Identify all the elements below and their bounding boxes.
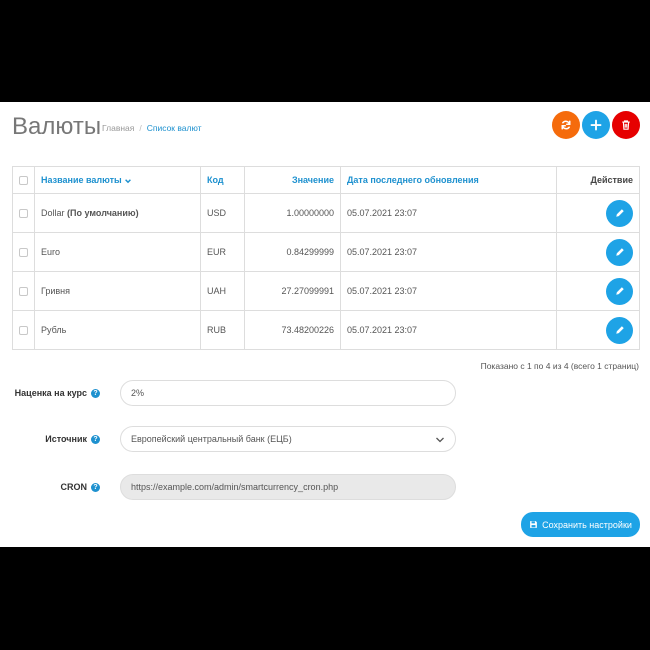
breadcrumb: Главная / Список валют — [102, 123, 202, 133]
source-label: Источник? — [12, 433, 100, 445]
column-name-label: Название валюты — [41, 175, 122, 185]
markup-label: Наценка на курс? — [12, 387, 100, 399]
currency-value: 1.00000000 — [244, 193, 341, 233]
currency-code: USD — [200, 193, 245, 233]
cron-label: CRON? — [12, 481, 100, 493]
row-select-cell — [12, 310, 35, 350]
pencil-icon — [615, 209, 624, 217]
currency-updated: 05.07.2021 23:07 — [340, 271, 557, 311]
cron-url-field[interactable]: https://example.com/admin/smartcurrency_… — [120, 474, 456, 500]
breadcrumb-separator: / — [139, 123, 142, 133]
currency-value: 73.48200226 — [244, 310, 341, 350]
trash-icon — [622, 120, 630, 130]
pencil-icon — [615, 287, 624, 295]
currency-value: 27.27099991 — [244, 271, 341, 311]
save-settings-button[interactable]: Сохранить настройки — [521, 512, 640, 537]
chevron-down-icon — [436, 437, 444, 443]
select-all-cell — [12, 166, 35, 194]
source-select-value: Европейский центральный банк (ЕЦБ) — [131, 434, 292, 444]
row-checkbox[interactable] — [19, 325, 28, 335]
source-label-text: Источник — [45, 434, 87, 444]
currency-code: UAH — [200, 271, 245, 311]
currency-name: Euro — [34, 232, 201, 272]
breadcrumb-home[interactable]: Главная — [102, 123, 134, 133]
table-row: Гривня UAH 27.27099991 05.07.2021 23:07 — [12, 271, 640, 311]
markup-input[interactable]: 2% — [120, 380, 456, 406]
currency-updated: 05.07.2021 23:07 — [340, 310, 557, 350]
markup-label-text: Наценка на курс — [14, 388, 87, 398]
currency-code: EUR — [200, 232, 245, 272]
table-row: Euro EUR 0.84299999 05.07.2021 23:07 — [12, 232, 640, 272]
help-icon[interactable]: ? — [91, 482, 100, 492]
row-select-cell — [12, 193, 35, 233]
currency-name: Dollar — [41, 208, 65, 218]
pencil-icon — [615, 248, 624, 256]
action-cell — [556, 271, 640, 311]
delete-button[interactable] — [612, 111, 640, 139]
action-cell — [556, 193, 640, 233]
action-cell — [556, 232, 640, 272]
source-select[interactable]: Европейский центральный банк (ЕЦБ) — [120, 426, 456, 452]
save-settings-label: Сохранить настройки — [542, 519, 632, 530]
edit-button[interactable] — [606, 277, 633, 305]
edit-button[interactable] — [606, 316, 633, 344]
cron-label-text: CRON — [60, 482, 88, 492]
column-action-header: Действие — [556, 166, 640, 194]
column-name-header[interactable]: Название валюты — [34, 166, 201, 194]
floppy-disk-icon — [530, 521, 537, 528]
currency-name-cell: Dollar (По умолчанию) — [34, 193, 201, 233]
row-checkbox[interactable] — [19, 208, 28, 218]
column-value-header[interactable]: Значение — [244, 166, 341, 194]
refresh-button[interactable] — [552, 111, 580, 139]
refresh-icon — [561, 120, 571, 130]
column-date-header[interactable]: Дата последнего обновления — [340, 166, 557, 194]
row-select-cell — [12, 232, 35, 272]
page-panel: Валюты Главная / Список валют Название вал… — [0, 102, 650, 547]
page-title: Валюты — [12, 113, 102, 140]
edit-button[interactable] — [606, 238, 633, 266]
row-checkbox[interactable] — [19, 286, 28, 296]
currency-value: 0.84299999 — [244, 232, 341, 272]
currency-name: Рубль — [34, 310, 201, 350]
table-row: Рубль RUB 73.48200226 05.07.2021 23:07 — [12, 310, 640, 350]
default-note: (По умолчанию) — [67, 208, 139, 218]
pencil-icon — [615, 326, 624, 334]
action-cell — [556, 310, 640, 350]
breadcrumb-current[interactable]: Список валют — [147, 123, 202, 133]
currency-name: Гривня — [34, 271, 201, 311]
row-select-cell — [12, 271, 35, 311]
currency-updated: 05.07.2021 23:07 — [340, 193, 557, 233]
currency-table: Название валюты Код Значение Дата послед… — [12, 166, 640, 350]
plus-icon — [590, 119, 602, 131]
row-checkbox[interactable] — [19, 247, 28, 257]
select-all-checkbox[interactable] — [19, 175, 28, 185]
help-icon[interactable]: ? — [91, 434, 100, 444]
add-currency-button[interactable] — [582, 111, 610, 139]
currency-code: RUB — [200, 310, 245, 350]
help-icon[interactable]: ? — [91, 388, 100, 398]
edit-button[interactable] — [606, 199, 633, 227]
table-header-row: Название валюты Код Значение Дата послед… — [12, 166, 640, 194]
currency-updated: 05.07.2021 23:07 — [340, 232, 557, 272]
table-row: Dollar (По умолчанию) USD 1.00000000 05.… — [12, 193, 640, 233]
column-code-header[interactable]: Код — [200, 166, 245, 194]
pagination-info: Показано с 1 по 4 из 4 (всего 1 страниц) — [480, 361, 639, 371]
chevron-down-icon — [125, 178, 132, 183]
